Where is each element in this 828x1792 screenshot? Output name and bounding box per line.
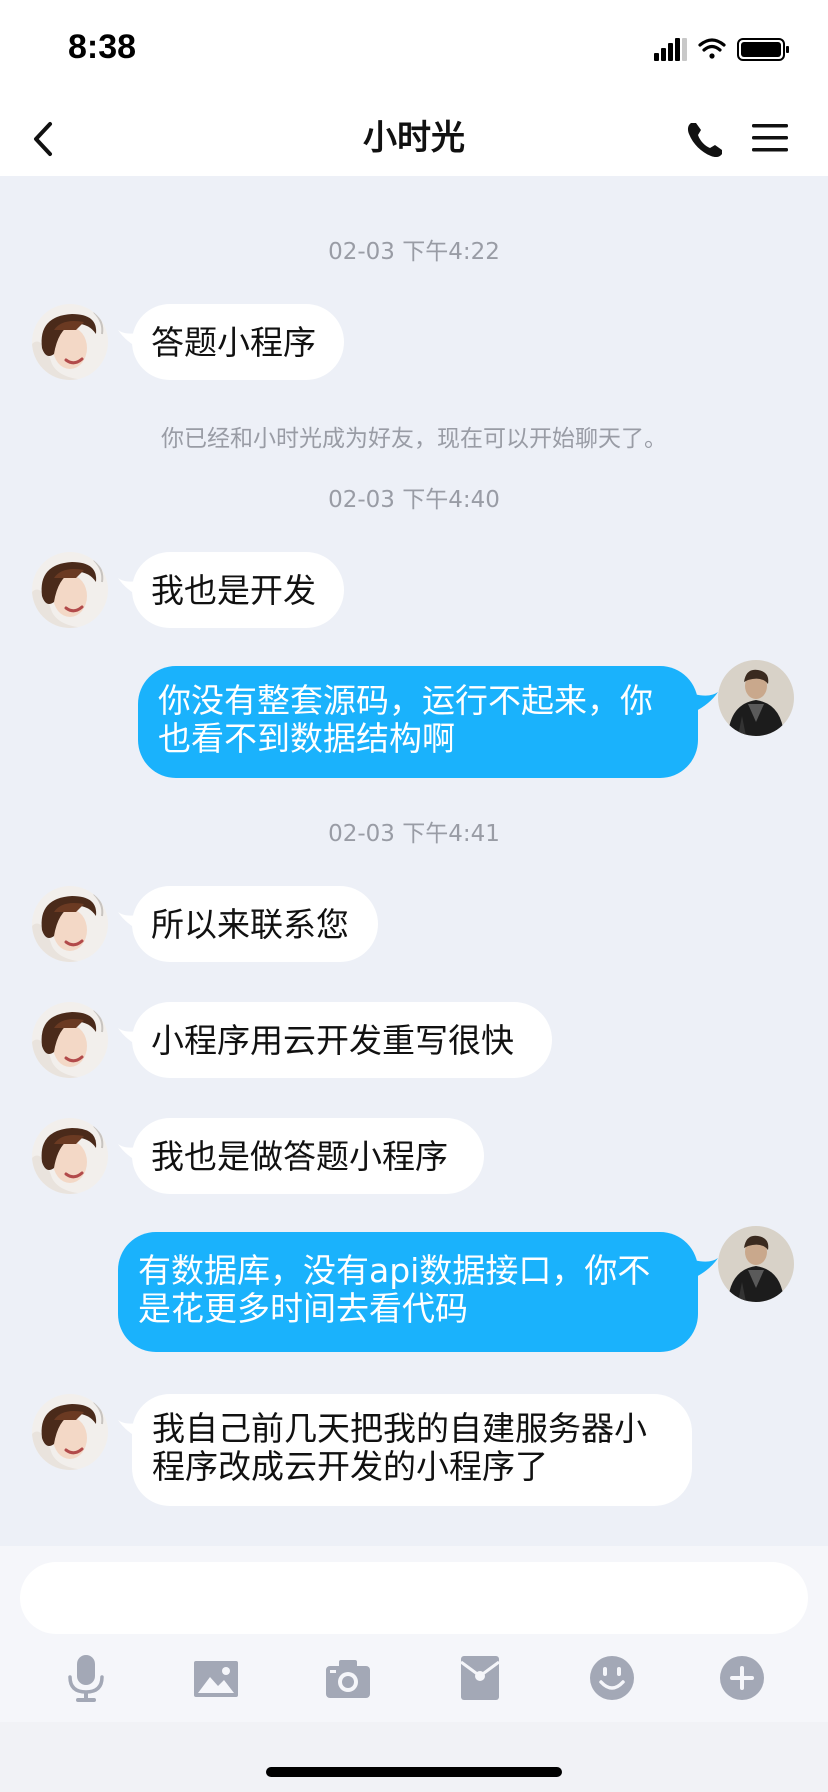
phone-icon: [687, 123, 722, 158]
contact-avatar[interactable]: [32, 552, 108, 628]
message-incoming: 所以来联系您: [0, 886, 828, 962]
message-incoming: 我也是开发: [0, 552, 828, 628]
nav-bar: 小时光: [0, 100, 828, 176]
camera-icon: [326, 1660, 370, 1698]
input-panel: [0, 1546, 828, 1722]
contact-avatar[interactable]: [32, 1002, 108, 1078]
message-bubble[interactable]: 我也是做答题小程序: [132, 1118, 484, 1194]
bubble-tail: [694, 1258, 718, 1278]
red-packet-button[interactable]: [454, 1652, 506, 1704]
timestamp: 02-03 下午4:41: [328, 821, 500, 847]
message-bubble[interactable]: 我也是开发: [132, 552, 344, 628]
message-input[interactable]: [20, 1562, 808, 1634]
microphone-icon: [68, 1655, 104, 1702]
home-indicator[interactable]: [266, 1767, 562, 1777]
voice-button[interactable]: [60, 1652, 112, 1704]
signal-icon: [654, 38, 687, 61]
my-avatar[interactable]: [718, 660, 794, 736]
system-notice: 你已经和小时光成为好友，现在可以开始聊天了。: [161, 426, 667, 452]
message-incoming: 小程序用云开发重写很快: [0, 1002, 828, 1078]
message-outgoing: 有数据库，没有api数据接口，你不是花更多时间去看代码: [0, 1226, 828, 1352]
status-time: 8:38: [68, 28, 137, 66]
home-area: [0, 1722, 828, 1792]
status-icons: [654, 38, 789, 61]
camera-button[interactable]: [322, 1652, 374, 1704]
message-bubble[interactable]: 小程序用云开发重写很快: [132, 1002, 552, 1078]
call-button[interactable]: [680, 108, 724, 168]
red-packet-icon: [460, 1656, 500, 1700]
battery-icon: [737, 38, 789, 61]
message-outgoing: 你没有整套源码，运行不起来，你也看不到数据结构啊: [0, 660, 828, 778]
message-bubble[interactable]: 答题小程序: [132, 304, 344, 380]
my-avatar[interactable]: [718, 1226, 794, 1302]
contact-avatar[interactable]: [32, 886, 108, 962]
timestamp: 02-03 下午4:40: [328, 487, 500, 513]
menu-button[interactable]: [748, 108, 792, 168]
emoji-button[interactable]: [586, 1652, 638, 1704]
more-button[interactable]: [716, 1652, 768, 1704]
timestamp: 02-03 下午4:22: [328, 239, 500, 265]
image-icon: [194, 1661, 238, 1697]
status-bar: 8:38: [0, 0, 828, 100]
menu-icon: [752, 124, 788, 152]
image-button[interactable]: [190, 1652, 242, 1704]
bubble-tail: [694, 692, 718, 712]
emoji-icon: [590, 1656, 634, 1700]
message-incoming: 答题小程序: [0, 304, 828, 380]
message-bubble[interactable]: 你没有整套源码，运行不起来，你也看不到数据结构啊: [138, 666, 698, 778]
message-bubble[interactable]: 有数据库，没有api数据接口，你不是花更多时间去看代码: [118, 1232, 698, 1352]
message-bubble[interactable]: 我自己前几天把我的自建服务器小程序改成云开发的小程序了: [132, 1394, 692, 1506]
plus-icon: [720, 1656, 764, 1700]
contact-avatar[interactable]: [32, 1394, 108, 1470]
message-incoming: 我自己前几天把我的自建服务器小程序改成云开发的小程序了: [0, 1394, 828, 1506]
message-bubble[interactable]: 所以来联系您: [132, 886, 378, 962]
contact-avatar[interactable]: [32, 1118, 108, 1194]
contact-avatar[interactable]: [32, 304, 108, 380]
chat-area[interactable]: 02-03 下午4:22 答题小程序 你已经和小时光成为好友，现在可以开始聊天了…: [0, 176, 828, 1546]
message-incoming: 我也是做答题小程序: [0, 1118, 828, 1194]
wifi-icon: [698, 38, 726, 59]
